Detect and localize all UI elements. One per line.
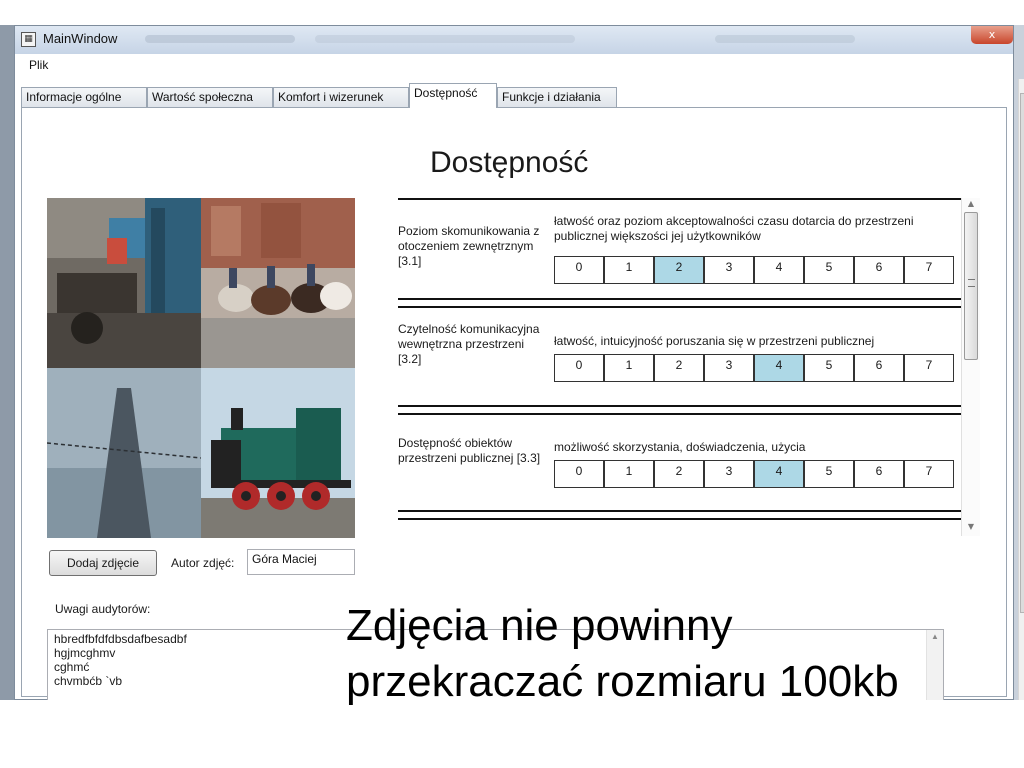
- criterion-label-3-2: Czytelność komunikacyjna wewnętrzna prze…: [398, 322, 540, 366]
- rating-cell[interactable]: 4: [754, 256, 804, 284]
- close-button[interactable]: x: [971, 26, 1013, 44]
- rating-cell[interactable]: 6: [854, 256, 904, 284]
- menu-bar: Plik: [15, 54, 1013, 78]
- photo-mounted-police: [201, 198, 355, 368]
- photo-collage[interactable]: [47, 198, 355, 538]
- author-input[interactable]: Góra Maciej: [247, 549, 355, 575]
- app-icon: ▦: [21, 32, 36, 47]
- tab-funkcje-i-dzialania[interactable]: Funkcje i działania: [497, 87, 617, 107]
- criterion-description-3-1: łatwość oraz poziom akceptowalności czas…: [554, 214, 914, 243]
- tab-komfort-i-wizerunek[interactable]: Komfort i wizerunek: [273, 87, 409, 107]
- tab-wartosc-spoleczna[interactable]: Wartość społeczna: [147, 87, 273, 107]
- tab-dostepnosc[interactable]: Dostępność: [409, 83, 497, 108]
- rating-cell[interactable]: 7: [904, 460, 954, 488]
- divider: [398, 413, 961, 415]
- rating-cell[interactable]: 1: [604, 354, 654, 382]
- rating-scale-3-2: 0 1 2 3 4 5 6 7: [554, 354, 956, 382]
- window-scrollbar[interactable]: [1018, 79, 1024, 700]
- title-bar[interactable]: ▦ MainWindow x: [15, 26, 1013, 55]
- scrollbar-thumb[interactable]: [1020, 93, 1024, 613]
- rating-cell[interactable]: 5: [804, 460, 854, 488]
- grip-icon: [968, 279, 975, 287]
- rating-cell[interactable]: 0: [554, 256, 604, 284]
- rating-cell[interactable]: 7: [904, 354, 954, 382]
- rating-cell[interactable]: 2: [654, 460, 704, 488]
- title-blur-area: [145, 35, 295, 43]
- rating-cell[interactable]: 5: [804, 354, 854, 382]
- window-title: MainWindow: [43, 31, 118, 46]
- add-photo-button[interactable]: Dodaj zdjęcie: [49, 550, 157, 576]
- rating-cell[interactable]: 3: [704, 354, 754, 382]
- title-blur-area: [315, 35, 575, 43]
- criterion-description-3-3: możliwość skorzystania, doświadczenia, u…: [554, 440, 806, 454]
- rating-cell[interactable]: 1: [604, 256, 654, 284]
- tab-informacje-ogolne[interactable]: Informacje ogólne: [21, 87, 147, 107]
- criteria-list: Poziom skomunikowania z otoczeniem zewnę…: [398, 198, 978, 536]
- rating-cell[interactable]: 7: [904, 256, 954, 284]
- caption-line: Zdjęcia nie powinny: [346, 601, 733, 650]
- page-title: Dostępność: [430, 146, 589, 179]
- rating-cell-selected[interactable]: 4: [754, 460, 804, 488]
- divider: [398, 198, 961, 200]
- photo-freight-wagons: [47, 198, 201, 368]
- divider: [398, 298, 961, 300]
- rating-scale-3-3: 0 1 2 3 4 5 6 7: [554, 460, 956, 488]
- title-blur-area: [715, 35, 855, 43]
- rating-cell[interactable]: 0: [554, 354, 604, 382]
- caption-line: przekraczać rozmiaru 100kb: [346, 657, 899, 706]
- close-icon: x: [988, 28, 996, 41]
- scroll-up-icon[interactable]: ▲: [962, 199, 980, 208]
- rating-cell[interactable]: 5: [804, 256, 854, 284]
- rating-cell[interactable]: 6: [854, 460, 904, 488]
- photo-steam-locomotive: [201, 368, 355, 538]
- divider: [398, 510, 961, 512]
- divider: [398, 306, 961, 308]
- notes-label: Uwagi audytorów:: [55, 602, 151, 616]
- rating-cell-selected[interactable]: 2: [654, 256, 704, 284]
- scroll-down-icon[interactable]: ▼: [962, 522, 980, 531]
- slide-caption: Zdjęcia nie powinny przekraczać rozmiaru…: [346, 598, 1016, 710]
- photo-foggy-pier: [47, 368, 201, 538]
- rating-cell[interactable]: 0: [554, 460, 604, 488]
- rating-cell-selected[interactable]: 4: [754, 354, 804, 382]
- criterion-label-3-3: Dostępność obiektów przestrzeni publiczn…: [398, 436, 541, 465]
- author-label: Autor zdjęć:: [171, 556, 235, 570]
- criterion-label-3-1: Poziom skomunikowania z otoczeniem zewnę…: [398, 224, 540, 268]
- scrollbar-thumb[interactable]: [964, 212, 978, 360]
- rating-scale-3-1: 0 1 2 3 4 5 6 7: [554, 256, 956, 284]
- criteria-scrollbar[interactable]: ▲ ▼: [961, 198, 980, 536]
- criterion-description-3-2: łatwość, intuicyjność poruszania się w p…: [554, 334, 875, 348]
- rating-cell[interactable]: 6: [854, 354, 904, 382]
- divider: [398, 405, 961, 407]
- rating-cell[interactable]: 3: [704, 460, 754, 488]
- rating-cell[interactable]: 1: [604, 460, 654, 488]
- menu-file[interactable]: Plik: [29, 58, 48, 72]
- divider: [398, 518, 961, 520]
- rating-cell[interactable]: 2: [654, 354, 704, 382]
- rating-cell[interactable]: 3: [704, 256, 754, 284]
